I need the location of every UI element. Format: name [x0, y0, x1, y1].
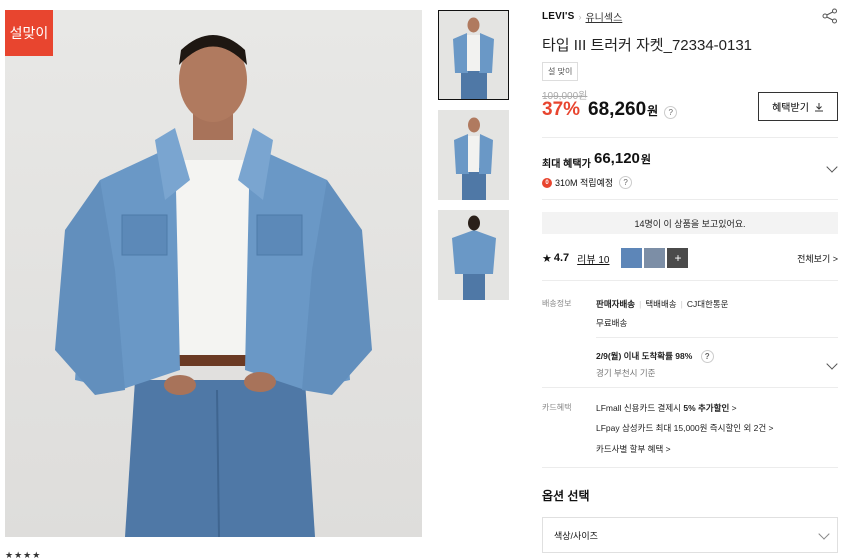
star-icon: ★ — [542, 252, 552, 265]
points-text: 310M 적립예정 — [555, 178, 614, 188]
breadcrumb: LEVI'S › 유니섹스 — [542, 9, 622, 24]
viewers-banner: 14명이 이 상품을 보고있어요. — [542, 212, 838, 234]
divider — [542, 467, 838, 468]
max-benefit-price: 66,120원 — [594, 150, 651, 167]
brand-link[interactable]: LEVI'S — [542, 11, 574, 22]
card-benefit-line-1-suffix: > — [731, 403, 737, 413]
product-title: 타입 III 트러커 자켓_72334-0131 — [542, 37, 753, 54]
main-product-image[interactable] — [5, 10, 422, 537]
max-benefit-currency: 원 — [640, 154, 652, 166]
promo-badge-label: 설맞이 — [5, 10, 53, 56]
color-size-select-label: 색상/사이즈 — [554, 530, 598, 541]
bottom-rating-stars: ★★★★ — [5, 550, 42, 559]
review-photo-more[interactable]: + — [667, 248, 689, 268]
divider — [542, 137, 838, 138]
thumbnail-1[interactable] — [438, 10, 509, 100]
rating-row: ★ 4.7 리뷰 10 + — [542, 248, 690, 268]
rating-value: 4.7 — [553, 252, 570, 264]
separator: | — [680, 299, 683, 309]
carrier-name: CJ대한통운 — [686, 299, 729, 309]
shipping-fee: 무료배송 — [596, 318, 628, 328]
thumbnail-1-image — [453, 17, 494, 99]
max-benefit-label: 최대 혜택가 — [542, 159, 591, 170]
shipping-methods: 판매자배송 | 택배배송 | CJ대한통운 — [596, 298, 729, 310]
sale-price: 68,260 — [588, 99, 647, 120]
view-all-reviews-link[interactable]: 전체보기 > — [797, 252, 838, 265]
arrival-location: 경기 부천시 기준 — [596, 368, 656, 378]
review-photo-2[interactable] — [644, 248, 666, 268]
thumbnail-3-image — [452, 215, 496, 300]
card-benefit-line-3[interactable]: 카드사별 할부 혜택 > — [596, 443, 671, 455]
points-icon: 0 — [542, 177, 552, 188]
card-benefit-line-1-bold: 5% 추가할인 — [683, 403, 730, 413]
price-help-icon[interactable]: ? — [664, 106, 678, 119]
download-icon — [814, 102, 823, 111]
category-link[interactable]: 유니섹스 — [585, 9, 622, 24]
max-benefit-price-value: 66,120 — [594, 150, 640, 167]
arrival-estimate-text: 2/9(월) 이내 도착확률 98% — [596, 351, 693, 361]
parcel-shipping: 택배배송 — [645, 299, 677, 309]
review-count-link[interactable]: 리뷰 10 — [577, 251, 609, 266]
shipping-expand-chevron-icon[interactable] — [826, 358, 838, 370]
review-photo-1[interactable] — [621, 248, 643, 268]
seller-shipping: 판매자배송 — [596, 299, 636, 309]
share-icon[interactable] — [822, 8, 838, 24]
card-benefit-line-1-prefix: LFmall 신용카드 결제시 — [596, 403, 681, 413]
points-help-icon[interactable]: ? — [619, 176, 633, 189]
event-tag: 설 맞이 — [542, 62, 579, 81]
divider — [542, 199, 838, 200]
card-benefit-line-1[interactable]: LFmall 신용카드 결제시 5% 추가할인 > — [596, 402, 737, 414]
benefit-expand-chevron-icon[interactable] — [826, 161, 838, 173]
select-chevron-icon — [818, 528, 830, 540]
arrival-estimate: 2/9(월) 이내 도착확률 98% ? — [596, 350, 714, 364]
divider — [542, 387, 838, 388]
thumbnail-2-image — [454, 117, 493, 200]
card-benefit-line-2[interactable]: LFpay 삼성카드 최대 15,000원 즉시할인 외 2건 > — [596, 422, 774, 434]
card-benefit-label: 카드혜택 — [542, 403, 572, 412]
price-row: 37% 68,260 원 ? — [542, 99, 678, 121]
divider — [596, 337, 838, 338]
separator: | — [639, 299, 642, 309]
shipping-label: 배송정보 — [542, 299, 572, 308]
coupon-button-label: 혜택받기 — [772, 103, 809, 114]
model-photo — [55, 35, 372, 537]
thumbnail-2[interactable] — [438, 110, 509, 200]
option-section-title: 옵션 선택 — [542, 489, 590, 503]
price-currency: 원 — [647, 104, 659, 118]
divider — [542, 280, 838, 281]
coupon-button[interactable]: 혜택받기 — [758, 92, 838, 121]
discount-rate: 37% — [542, 99, 581, 120]
color-size-select[interactable]: 색상/사이즈 — [542, 517, 838, 553]
points-row: 0 310M 적립예정 ? — [542, 176, 633, 189]
breadcrumb-separator-icon: › — [578, 11, 582, 22]
thumbnail-3[interactable] — [438, 210, 509, 300]
arrival-help-icon[interactable]: ? — [700, 350, 714, 364]
